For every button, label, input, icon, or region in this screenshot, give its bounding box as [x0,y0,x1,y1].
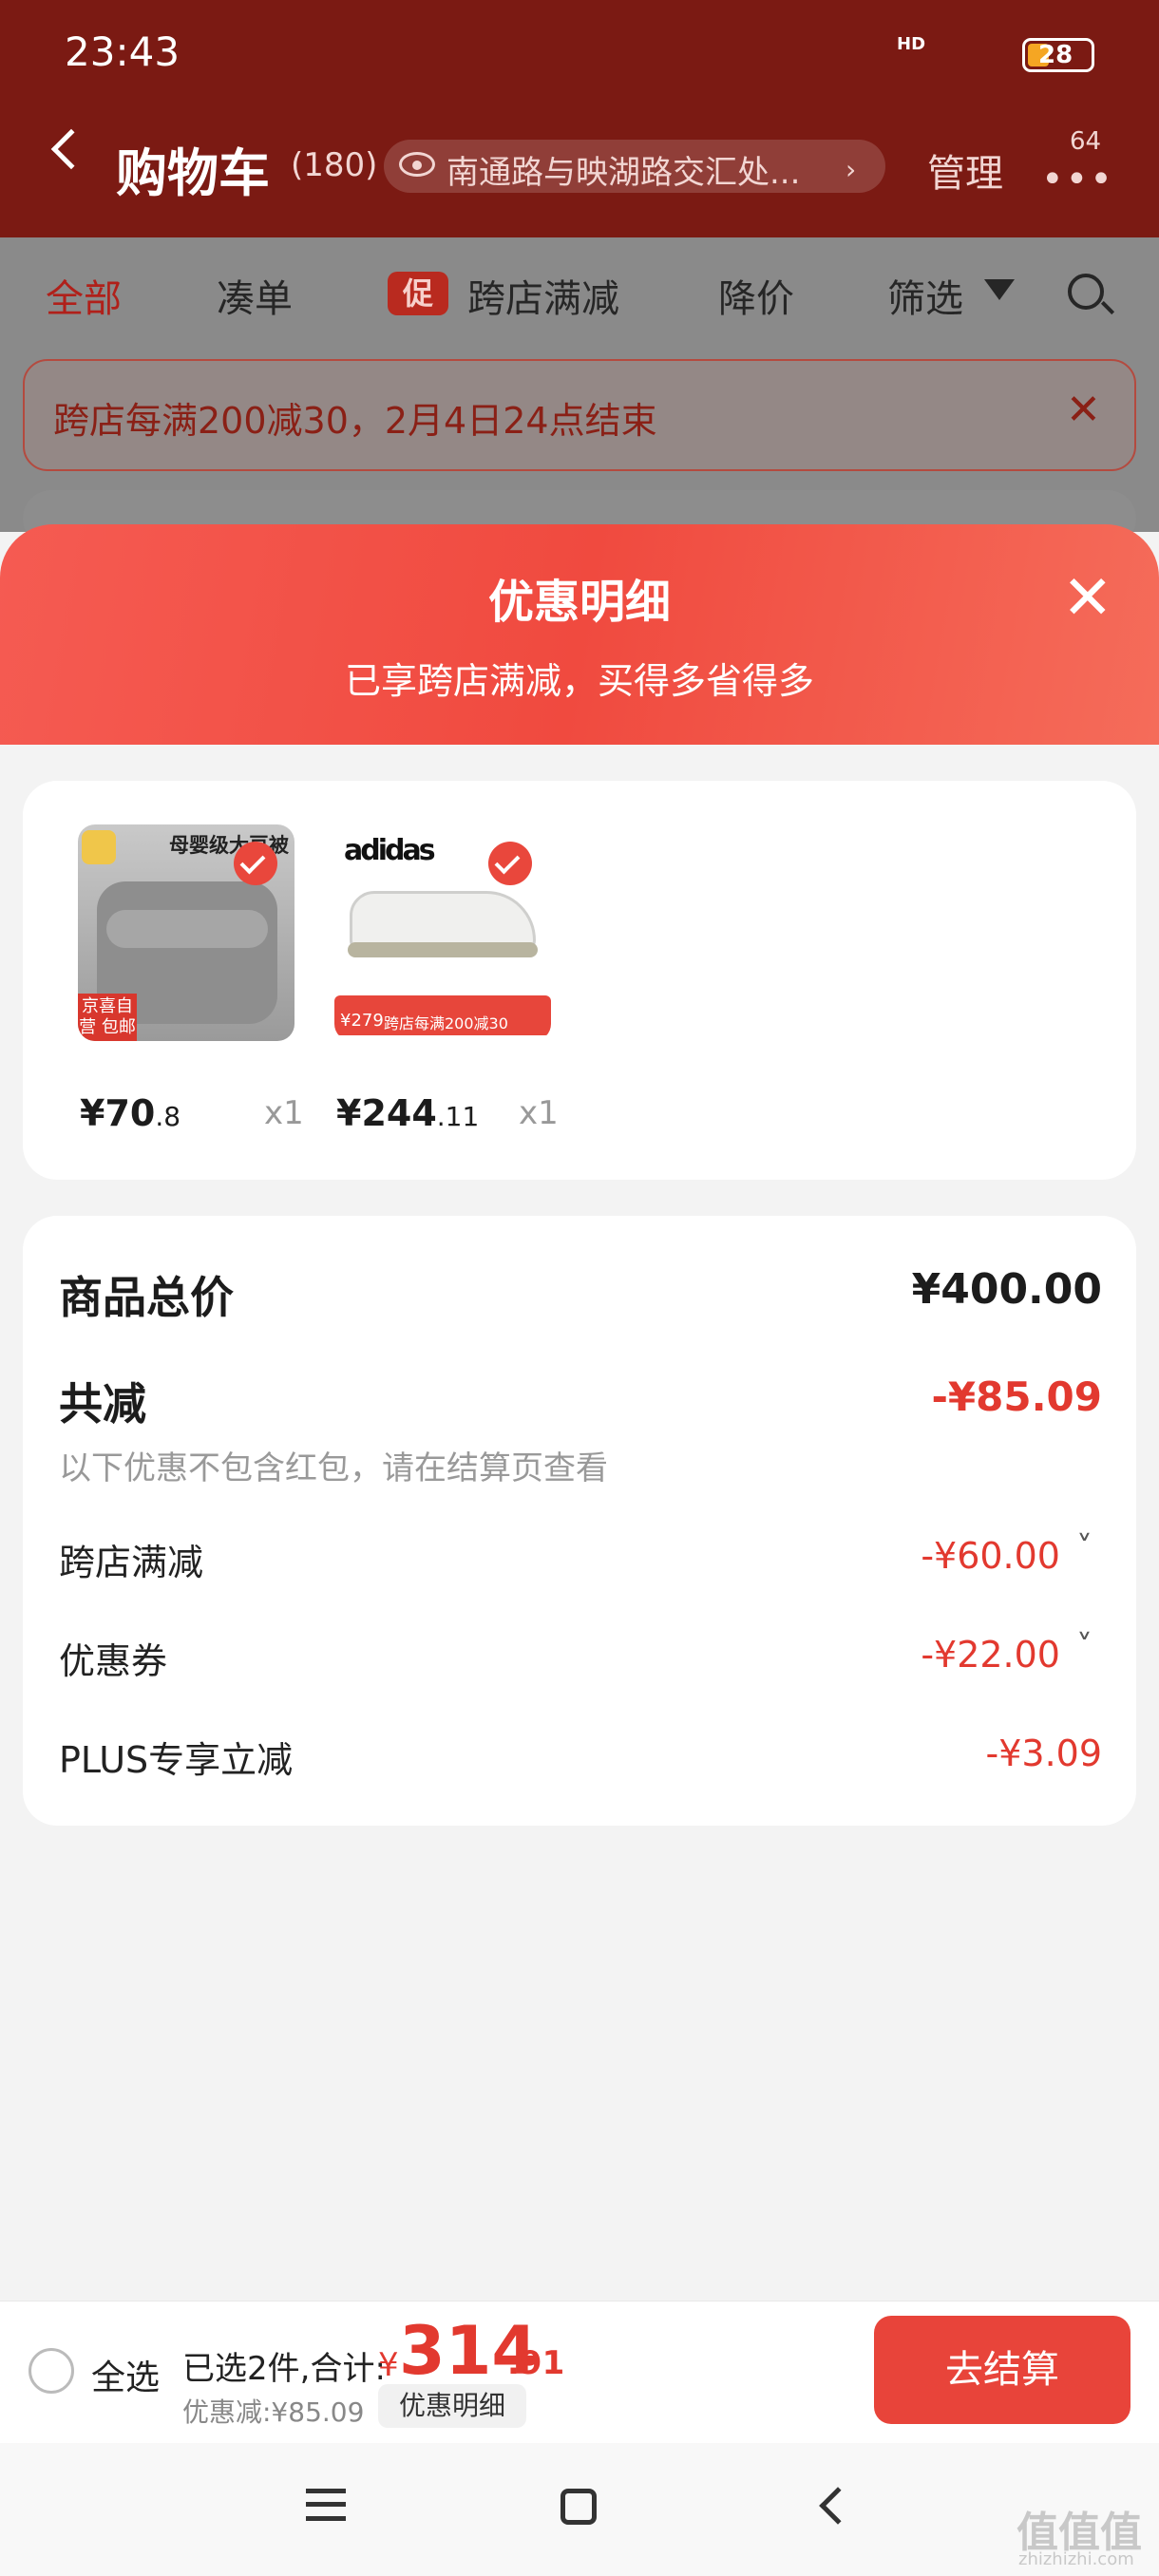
total-discount-label: 共减 [59,1378,146,1430]
filter-icon[interactable] [984,279,1015,300]
product-qty: x1 [519,1094,559,1132]
product-qty: x1 [264,1094,304,1132]
cart-count: (180) [291,146,378,184]
selected-summary: 已选2件,合计: [182,2350,386,2388]
price-int: ¥70 [80,1092,156,1134]
selected-check-icon[interactable] [488,842,532,885]
banner-close-icon[interactable]: ✕ [1066,386,1101,434]
tab-price-drop[interactable]: 降价 [718,268,794,323]
select-all-radio[interactable] [28,2348,74,2394]
battery-icon: 28 [1022,38,1094,72]
price-int: ¥244 [336,1092,437,1134]
more-icon[interactable]: ••• [1041,158,1114,201]
promo-banner-text: 跨店每满200减30，2月4日24点结束 [53,400,657,442]
sheet-subtitle: 已享跨店满减，买得多省得多 [344,660,814,702]
product-image-tag: 京喜自营 包邮 [78,994,137,1041]
total-amount-dec: .91 [507,2344,565,2382]
address-text[interactable]: 南通路与映湖路交汇处... [446,146,800,193]
select-all-label[interactable]: 全选 [91,2350,160,2399]
chevron-down-icon[interactable]: ˅ [1076,1529,1092,1567]
close-icon[interactable]: ✕ [1062,568,1113,629]
shoe-banner-price: ¥279 [340,1011,384,1031]
sheet-title: 优惠明细 [487,576,671,629]
shoe-banner-promo: 跨店每满200减30 [384,1014,508,1032]
tab-filter[interactable]: 筛选 [887,268,963,323]
home-icon[interactable] [560,2489,597,2525]
checkmark [494,848,521,875]
selected-check-icon[interactable] [234,842,277,885]
price-dec: .11 [436,1101,480,1132]
product-price: ¥70.8 [80,1092,180,1134]
page-title: 购物车 [116,143,270,203]
signal-icon: HD [897,34,926,54]
quilt-fold [106,910,268,948]
discount-row-value[interactable]: -¥60.00 [921,1535,1060,1577]
checkmark [239,848,266,875]
discount-row-label[interactable]: 优惠券 [59,1632,167,1684]
chevron-right-icon: › [846,154,857,185]
checkout-button[interactable]: 去结算 [874,2316,1130,2424]
promo-icon: 促 [388,272,448,315]
discount-row-label: PLUS专享立减 [59,1739,294,1781]
discount-sheet-header [0,524,1159,745]
price-dec: .8 [155,1101,181,1132]
eye-icon-pupil [412,161,422,170]
adidas-logo: adidas [344,834,436,867]
message-badge: 64 [1070,127,1102,156]
total-price-value: ¥400.00 [911,1265,1102,1314]
total-price-label: 商品总价 [59,1272,234,1323]
search-icon[interactable] [1068,274,1104,310]
tab-cross-store[interactable]: 跨店满减 [467,268,619,323]
battery-level: 28 [1038,41,1074,69]
brand-logo-icon [82,830,116,864]
shoe-sole [348,942,538,957]
discount-note: 以下优惠不包含红包，请在结算页查看 [59,1449,608,1487]
discount-row-value[interactable]: -¥22.00 [921,1634,1060,1676]
discount-row-label[interactable]: 跨店满减 [59,1533,203,1585]
chevron-down-icon[interactable]: ˅ [1076,1628,1092,1666]
total-discount-value: -¥85.09 [931,1373,1102,1420]
manage-button[interactable]: 管理 [927,142,1003,198]
menu-icon-mid [306,2502,346,2507]
discount-row-value: -¥3.09 [985,1733,1103,1774]
tab-cou[interactable]: 凑单 [217,268,293,323]
watermark-url: zhizhizhi.com [1018,2549,1134,2569]
product-price: ¥244.11 [336,1092,479,1134]
status-time: 23:43 [65,28,180,75]
total-yen: ¥ [378,2346,399,2384]
discount-detail-button[interactable]: 优惠明细 [378,2384,526,2428]
discount-summary: 优惠减:¥85.09 [182,2396,365,2428]
tab-all[interactable]: 全部 [46,268,122,323]
